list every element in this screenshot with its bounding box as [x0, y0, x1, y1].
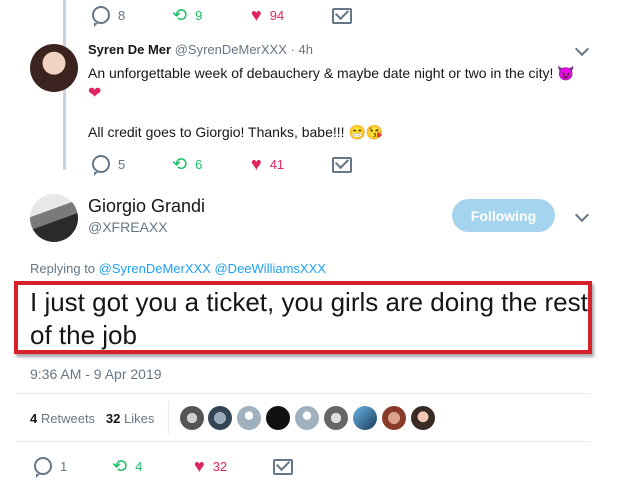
divider [16, 441, 590, 442]
dm-action[interactable] [273, 459, 301, 475]
retweet-count: 9 [195, 8, 203, 23]
mail-icon [332, 157, 352, 173]
tweet-time[interactable]: · 4h [291, 42, 313, 57]
like-action[interactable]: ♥ 32 [194, 456, 227, 477]
top-reply-action[interactable]: 8 [92, 6, 126, 27]
top-retweet-action[interactable]: ⟲ 9 [172, 5, 202, 26]
liker-avatar[interactable] [353, 406, 377, 430]
reply-icon [92, 155, 110, 176]
retweet-action[interactable]: ⟲ 6 [172, 154, 202, 175]
liker-avatar[interactable] [208, 406, 232, 430]
like-count: 41 [269, 157, 285, 172]
tweet-text: An unforgettable week of debauchery & ma… [88, 63, 598, 104]
heart-icon: ♥ [251, 154, 262, 174]
author-name[interactable]: Syren De Mer [88, 42, 171, 57]
top-dm-action[interactable] [332, 8, 360, 24]
top-like-action[interactable]: ♥ 94 [251, 5, 284, 26]
liker-avatar[interactable] [266, 406, 290, 430]
reply-icon [34, 457, 52, 478]
heart-icon: ♥ [194, 456, 205, 476]
tweet-text-line1: An unforgettable week of debauchery & ma… [88, 65, 554, 81]
retweet-label[interactable]: Retweets [41, 411, 95, 426]
author-handle[interactable]: @SyrenDeMerXXX [175, 42, 287, 57]
like-total[interactable]: 32 [106, 411, 120, 426]
heart-emoji: ❤ [88, 85, 102, 102]
author-name[interactable]: Giorgio Grandi [88, 196, 205, 217]
mail-icon [332, 8, 352, 24]
liker-avatar[interactable] [180, 406, 204, 430]
reply-action[interactable]: 1 [34, 457, 68, 478]
chevron-down-icon[interactable] [574, 41, 590, 57]
replying-to: Replying to @SyrenDeMerXXX @DeeWilliamsX… [30, 261, 326, 276]
engagement-stats: 4 Retweets 32 Likes [30, 411, 154, 426]
tweet-text: I just got you a ticket, you girls are d… [30, 287, 588, 350]
tweet-text-line2-wrap: All credit goes to Giorgio! Thanks, babe… [88, 122, 383, 142]
reply-icon [92, 6, 110, 27]
replying-prefix: Replying to [30, 261, 96, 276]
avatar[interactable] [30, 194, 78, 242]
mail-icon [273, 459, 293, 475]
heart-icon: ♥ [251, 5, 262, 25]
tweet-header: Syren De Mer @SyrenDeMerXXX · 4h [88, 42, 313, 57]
dm-action[interactable] [332, 157, 360, 173]
liker-avatar[interactable] [382, 406, 406, 430]
like-count: 32 [212, 459, 228, 474]
retweet-icon: ⟲ [112, 456, 128, 476]
retweet-icon: ⟲ [172, 154, 188, 174]
retweet-count: 6 [195, 157, 203, 172]
like-count: 94 [269, 8, 285, 23]
retweet-action[interactable]: ⟲ 4 [112, 456, 142, 477]
grin-emoji: 😁 [348, 124, 366, 140]
reply-count: 1 [60, 458, 68, 474]
liker-avatar[interactable] [324, 406, 348, 430]
reply-count: 5 [118, 156, 126, 172]
tweet-timestamp[interactable]: 9:36 AM - 9 Apr 2019 [30, 366, 162, 382]
divider [16, 393, 590, 394]
following-button[interactable]: Following [452, 199, 555, 232]
chevron-down-icon[interactable] [574, 207, 590, 223]
reply-count: 8 [118, 7, 126, 23]
retweet-count: 4 [135, 459, 143, 474]
replying-mention-2[interactable]: @DeeWilliamsXXX [214, 261, 325, 276]
like-action[interactable]: ♥ 41 [251, 154, 284, 175]
liker-avatar[interactable] [411, 406, 435, 430]
retweet-total[interactable]: 4 [30, 411, 37, 426]
replying-mention-1[interactable]: @SyrenDeMerXXX [99, 261, 211, 276]
liker-avatar[interactable] [295, 406, 319, 430]
kiss-emoji: 😘 [365, 124, 384, 140]
tweet-text-line2: All credit goes to Giorgio! Thanks, babe… [88, 124, 345, 140]
like-label[interactable]: Likes [124, 411, 154, 426]
avatar[interactable] [30, 44, 78, 92]
reply-action[interactable]: 5 [92, 155, 126, 176]
devil-emoji: 😈 [557, 65, 575, 81]
liker-avatar[interactable] [237, 406, 261, 430]
retweet-icon: ⟲ [172, 5, 188, 25]
stats-separator [168, 402, 169, 434]
author-handle[interactable]: @XFREAXX [88, 219, 168, 235]
